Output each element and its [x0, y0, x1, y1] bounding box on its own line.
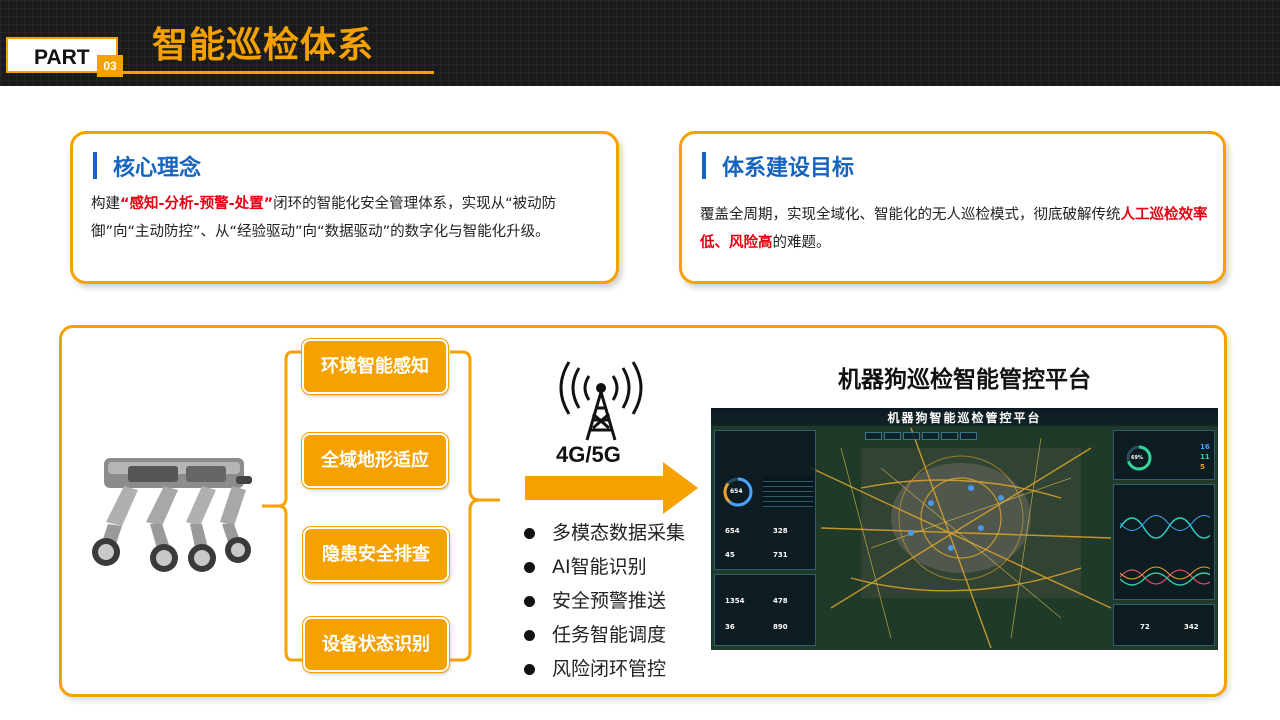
platform-dashboard-screenshot: 机器狗智能巡检管控平台 654 654 328 45 731 1354 478 …	[711, 408, 1218, 650]
tab-chip	[884, 432, 901, 440]
stat-value: 890	[773, 623, 788, 631]
core-concept-card: 核心理念 构建“感知-分析-预警-处置”闭环的智能化安全管理体系，实现从“被动防…	[70, 131, 619, 284]
capability-list: 多模态数据采集 AI智能识别 安全预警推送 任务智能调度 风险闭环管控	[524, 518, 704, 688]
stat-value: 328	[773, 527, 788, 535]
part-number: 03	[97, 55, 123, 77]
tab-chip	[903, 432, 920, 440]
bullet-icon	[524, 596, 535, 607]
stat-value: 731	[773, 551, 788, 559]
dashboard-tabs	[865, 432, 977, 442]
tab-chip	[960, 432, 977, 440]
wave-chart-bottom	[1120, 566, 1210, 586]
goal-text-pre: 覆盖全周期，实现全域化、智能化的无人巡检模式，彻底破解传统	[700, 207, 1121, 223]
dashboard-panel-left-top: 654 654 328 45 731	[714, 430, 816, 570]
signal-tower-icon	[559, 361, 643, 441]
list-item: AI智能识别	[524, 552, 704, 586]
stat-value: 45	[725, 551, 735, 559]
stat-value: 342	[1184, 623, 1199, 631]
legend-lines	[763, 477, 813, 507]
dashboard-panel-left-bottom: 1354 478 36 890	[714, 574, 816, 646]
bullet-icon	[524, 562, 535, 573]
flow-arrow-icon	[525, 462, 698, 514]
stat-value: 478	[773, 597, 788, 605]
core-concept-title: 核心理念	[113, 156, 202, 181]
list-item: 安全预警推送	[524, 586, 704, 620]
capability-label: AI智能识别	[552, 556, 647, 578]
stat-value: 654	[725, 527, 740, 535]
tab-chip	[865, 432, 882, 440]
list-item: 任务智能调度	[524, 620, 704, 654]
stat-value: 16	[1200, 443, 1210, 451]
bullet-icon	[524, 528, 535, 539]
capability-label: 安全预警推送	[552, 590, 667, 612]
feature-hazard-inspection: 隐患安全排查	[302, 526, 450, 583]
left-bracket	[262, 350, 302, 662]
core-text-highlight: “感知-分析-预警-处置”	[120, 196, 274, 212]
core-text-pre: 构建	[91, 196, 120, 212]
dashboard-panel-right-top: 69% 16 11 5	[1113, 430, 1215, 480]
right-bracket	[450, 350, 500, 662]
list-item: 风险闭环管控	[524, 654, 704, 688]
header-underline	[122, 71, 434, 74]
stat-value: 5	[1200, 463, 1205, 471]
dashboard-title: 机器狗智能巡检管控平台	[887, 411, 1042, 425]
robot-dog-image	[92, 458, 252, 572]
ring-value: 654	[730, 488, 743, 495]
stat-value: 36	[725, 623, 735, 631]
platform-title: 机器狗巡检智能管控平台	[838, 367, 1091, 393]
goal-card: 体系建设目标 覆盖全周期，实现全域化、智能化的无人巡检模式，彻底破解传统人工巡检…	[679, 131, 1226, 284]
page-title: 智能巡检体系	[152, 25, 375, 66]
tab-chip	[922, 432, 939, 440]
stat-value: 11	[1200, 453, 1210, 461]
tab-chip	[941, 432, 958, 440]
stat-value: 72	[1140, 623, 1150, 631]
capability-label: 多模态数据采集	[552, 522, 686, 544]
ring-value: 69%	[1131, 455, 1143, 461]
feature-environment-sensing: 环境智能感知	[301, 338, 449, 395]
wave-chart-top	[1120, 515, 1210, 539]
title-accent-bar	[702, 152, 706, 179]
bullet-icon	[524, 630, 535, 641]
dashboard-panel-right-bottom: 72 342	[1113, 604, 1215, 646]
goal-title: 体系建设目标	[722, 156, 855, 181]
capability-label: 风险闭环管控	[552, 658, 667, 680]
feature-equipment-recognition: 设备状态识别	[302, 616, 450, 673]
goal-text: 覆盖全周期，实现全域化、智能化的无人巡检模式，彻底破解传统人工巡检效率低、风险高…	[700, 201, 1210, 257]
title-accent-bar	[93, 152, 97, 179]
capability-label: 任务智能调度	[552, 624, 667, 646]
core-concept-text: 构建“感知-分析-预警-处置”闭环的智能化安全管理体系，实现从“被动防御”向“主…	[91, 190, 609, 246]
stat-value: 1354	[725, 597, 745, 605]
bullet-icon	[524, 664, 535, 675]
dashboard-panel-right-middle	[1113, 484, 1215, 600]
feature-terrain-adaptation: 全域地形适应	[301, 432, 449, 489]
goal-text-post: 的难题。	[772, 235, 831, 251]
list-item: 多模态数据采集	[524, 518, 704, 552]
